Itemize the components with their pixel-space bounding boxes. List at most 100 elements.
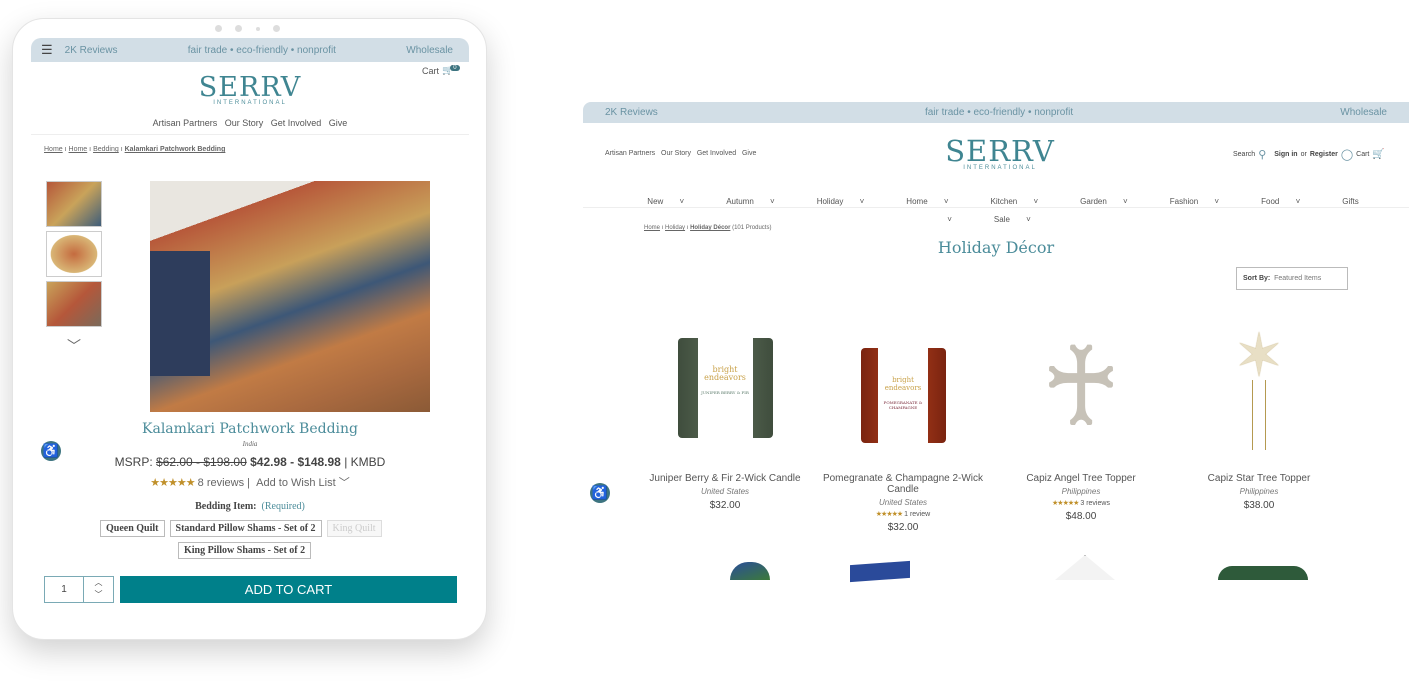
option-king-shams[interactable]: King Pillow Shams - Set of 2: [178, 542, 312, 559]
divider: [31, 134, 469, 135]
quantity-input[interactable]: 1: [45, 577, 83, 602]
product-origin: Philippines: [1239, 487, 1279, 496]
product-card[interactable]: ♰ Capiz Angel Tree Topper Philippines ★★…: [996, 310, 1166, 533]
thumbnail[interactable]: [46, 181, 102, 227]
product-card[interactable]: bright endeavors JUNIPER BERRY & FIR Juni…: [640, 310, 810, 533]
partial-product-image: [730, 562, 770, 580]
thumbnail[interactable]: [46, 281, 102, 327]
sign-in-link[interactable]: Sign in: [1274, 151, 1297, 158]
nav-garden[interactable]: Garden ˅: [1066, 197, 1128, 206]
breadcrumb-link[interactable]: Home: [644, 225, 660, 231]
increment-icon[interactable]: ︿: [84, 577, 113, 589]
user-icon[interactable]: ◯: [1341, 148, 1353, 161]
breadcrumb-link[interactable]: Holiday: [665, 225, 685, 231]
option-row: King Pillow Shams - Set of 2: [178, 540, 312, 559]
partial-product-image: [850, 560, 910, 583]
thumbnail[interactable]: [46, 231, 102, 277]
breadcrumb-current: Holiday Décor: [690, 225, 731, 231]
nav-kitchen[interactable]: Kitchen ˅: [977, 197, 1039, 206]
product-price: $32.00: [709, 500, 741, 511]
reviews-link[interactable]: 2K Reviews: [605, 107, 658, 118]
cart-icon[interactable]: 🛒: [1372, 149, 1384, 160]
accessibility-icon[interactable]: ♿: [590, 483, 610, 503]
product-price: $32.00: [887, 522, 919, 533]
product-image: ♰: [996, 310, 1166, 465]
breadcrumb: Home ı Home ı Bedding ı Kalamkari Patchw…: [44, 146, 226, 153]
rating-stars: ★★★★★: [150, 477, 195, 489]
nav-new[interactable]: New ˅: [633, 197, 684, 206]
option-standard-shams[interactable]: Standard Pillow Shams - Set of 2: [169, 520, 322, 537]
reviews-link[interactable]: 1 review: [904, 511, 930, 518]
option-queen-quilt[interactable]: Queen Quilt: [100, 520, 165, 537]
nav-home[interactable]: Home ˅: [892, 197, 948, 206]
search-icon[interactable]: ⚲: [1258, 148, 1266, 161]
logo[interactable]: SERRV INTERNATIONAL: [150, 72, 350, 106]
product-image: ✶: [1174, 310, 1344, 465]
product-count: (101 Products): [732, 225, 772, 231]
quantity-stepper[interactable]: 1 ︿ ﹀: [44, 576, 114, 603]
nav-link[interactable]: Get Involved: [697, 150, 736, 157]
nav-link[interactable]: Get Involved: [271, 118, 322, 128]
decrement-icon[interactable]: ﹀: [84, 589, 113, 601]
tablet-camera-dots: [215, 25, 280, 32]
nav-link[interactable]: Artisan Partners: [605, 150, 655, 157]
nav-sale[interactable]: Sale ˅: [980, 215, 1031, 224]
breadcrumb-link[interactable]: Home: [69, 146, 88, 153]
wholesale-link[interactable]: Wholesale: [1340, 107, 1387, 118]
reviews-link[interactable]: 3 reviews: [1080, 500, 1110, 507]
nav-fashion[interactable]: Fashion ˅: [1156, 197, 1219, 206]
product-image: [150, 181, 430, 412]
sort-select[interactable]: Sort By: Featured Items: [1236, 267, 1348, 290]
page-title: Holiday Décor: [937, 238, 1055, 257]
product-name[interactable]: Juniper Berry & Fir 2-Wick Candle: [640, 473, 810, 484]
nav-link[interactable]: Give: [329, 118, 348, 128]
nav-holiday[interactable]: Holiday ˅: [803, 197, 865, 206]
nav-link[interactable]: Our Story: [661, 150, 691, 157]
account-links: Search ⚲ Sign in or Register ◯ Cart 🛒: [1233, 148, 1385, 161]
product-name[interactable]: Capiz Angel Tree Topper: [996, 473, 1166, 484]
nav-link[interactable]: Artisan Partners: [153, 118, 218, 128]
or-text: or: [1300, 151, 1307, 158]
angel-topper: ♰: [1039, 325, 1123, 449]
sale-price: $42.98 - $148.98: [250, 455, 341, 469]
nightstand: [150, 251, 210, 376]
nav-autumn[interactable]: Autumn ˅: [712, 197, 774, 206]
top-bar: ☰ 2K Reviews fair trade • eco-friendly • …: [31, 38, 469, 62]
menu-icon[interactable]: ☰: [41, 42, 53, 58]
product-title: Kalamkari Patchwork Bedding: [142, 421, 358, 437]
cart-label: Cart: [422, 65, 440, 76]
secondary-nav: Artisan Partners Our Story Get Involved …: [605, 150, 756, 157]
product-image: bright endeavors JUNIPER BERRY & FIR: [640, 310, 810, 465]
product-image: bright endeavors POMEGRANATE & CHAMPAGNE: [818, 310, 988, 465]
reviews-link[interactable]: 2K Reviews: [65, 45, 118, 56]
top-bar: 2K Reviews fair trade • eco-friendly • n…: [583, 102, 1409, 123]
add-to-cart-button[interactable]: ADD TO CART: [120, 576, 457, 603]
cart-link[interactable]: Cart 🛒 0: [422, 64, 460, 76]
wishlist-button[interactable]: Add to Wish List ﹀: [256, 477, 350, 489]
nav-link[interactable]: Our Story: [225, 118, 264, 128]
product-card[interactable]: bright endeavors POMEGRANATE & CHAMPAGNE …: [818, 310, 988, 533]
breadcrumb-current: Kalamkari Patchwork Bedding: [124, 146, 226, 153]
product-name[interactable]: Capiz Star Tree Topper: [1174, 473, 1344, 484]
product-grid: bright endeavors JUNIPER BERRY & FIR Juni…: [640, 310, 1344, 533]
reviews-link[interactable]: 8 reviews: [198, 477, 244, 489]
cart-link[interactable]: Cart: [1356, 151, 1369, 158]
chevron-down-icon[interactable]: ﹀: [67, 336, 81, 356]
nav-link[interactable]: Give: [742, 150, 756, 157]
partial-product-image: [1218, 566, 1308, 580]
breadcrumb-link[interactable]: Home: [44, 146, 63, 153]
product-card[interactable]: ✶ Capiz Star Tree Topper Philippines $38…: [1174, 310, 1344, 533]
logo[interactable]: SERRV INTERNATIONAL: [900, 134, 1100, 171]
option-king-quilt-unavailable[interactable]: King Quilt: [326, 520, 382, 537]
product-price: $48.00: [1065, 511, 1097, 522]
wholesale-link[interactable]: Wholesale: [406, 45, 453, 56]
nav-food[interactable]: Food ˅: [1247, 197, 1300, 206]
sku: | KMBD: [344, 455, 386, 469]
sort-label: Sort By:: [1243, 275, 1271, 282]
review-line: ★★★★★ 8 reviews | Add to Wish List ﹀: [150, 477, 350, 489]
breadcrumb-link[interactable]: Bedding: [93, 146, 119, 153]
product-name[interactable]: Pomegranate & Champagne 2-Wick Candle: [818, 473, 988, 495]
register-link[interactable]: Register: [1310, 151, 1338, 158]
search-link[interactable]: Search: [1233, 151, 1255, 158]
main-nav: New ˅ Autumn ˅ Holiday ˅ Home ˅ Kitchen ˅ Gar…: [583, 191, 1409, 227]
